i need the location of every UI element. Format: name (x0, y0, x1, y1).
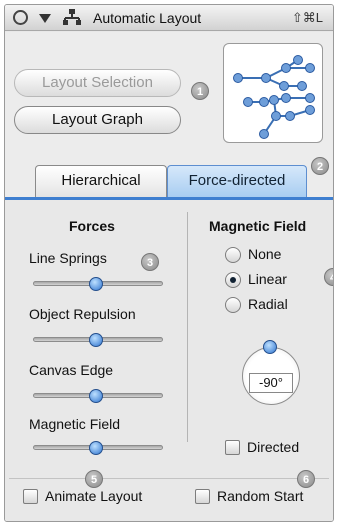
callout-badge-1: 1 (191, 82, 209, 100)
title-bar: Automatic Layout ⇧⌘L (5, 5, 333, 31)
tab-force-directed[interactable]: Force-directed (167, 165, 307, 197)
slider-label-line-springs: Line Springs (29, 250, 107, 266)
line-springs-slider-knob[interactable] (89, 277, 103, 291)
slider-label-object-repulsion: Object Repulsion (29, 306, 136, 322)
callout-badge-5: 5 (85, 470, 103, 488)
angle-value[interactable]: -90° (249, 373, 293, 393)
radio-label-linear: Linear (248, 271, 287, 287)
radio-label-none: None (248, 246, 282, 262)
slider-label-magnetic-field: Magnetic Field (29, 416, 121, 432)
radio-label-radial: Radial (248, 296, 288, 312)
animate-layout-label: Animate Layout (45, 488, 143, 504)
magnetic-field-slider-knob[interactable] (89, 441, 103, 455)
tab-hierarchical[interactable]: Hierarchical (35, 165, 167, 197)
graph-preview-icon (233, 55, 315, 139)
radio-radial[interactable] (225, 297, 241, 313)
hierarchy-icon (63, 9, 81, 25)
radio-none[interactable] (225, 247, 241, 263)
radio-linear[interactable] (225, 272, 241, 288)
layout-preview (223, 43, 323, 143)
circle-icon[interactable] (13, 10, 28, 25)
canvas-edge-slider-knob[interactable] (89, 389, 103, 403)
force-directed-settings: Forces 3 Line Springs Object Repulsion C… (5, 200, 333, 521)
layout-mode-tabs: Hierarchical Force-directed 2 (5, 157, 333, 199)
layout-selection-button[interactable]: Layout Selection (14, 69, 181, 97)
callout-badge-2: 2 (311, 157, 329, 175)
forces-heading: Forces (69, 218, 115, 234)
layout-graph-button[interactable]: Layout Graph (14, 106, 181, 134)
callout-badge-4: 4 (324, 268, 333, 286)
slider-label-canvas-edge: Canvas Edge (29, 362, 114, 378)
animate-layout-checkbox[interactable] (23, 489, 38, 504)
keyboard-shortcut: ⇧⌘L (291, 10, 323, 25)
directed-label: Directed (247, 439, 300, 455)
object-repulsion-slider-knob[interactable] (89, 333, 103, 347)
random-start-checkbox[interactable] (195, 489, 210, 504)
angle-dial-knob[interactable] (263, 340, 277, 354)
column-divider (187, 212, 188, 442)
random-start-label: Random Start (217, 488, 304, 504)
directed-checkbox[interactable] (225, 440, 240, 455)
callout-badge-3: 3 (141, 253, 159, 271)
automatic-layout-panel: Automatic Layout ⇧⌘L Layout Selection La… (4, 4, 334, 522)
magnetic-field-heading: Magnetic Field (209, 218, 307, 234)
bottom-divider (9, 478, 329, 479)
window-title: Automatic Layout (93, 10, 202, 26)
triangle-down-icon[interactable] (39, 14, 51, 23)
callout-badge-6: 6 (297, 470, 315, 488)
